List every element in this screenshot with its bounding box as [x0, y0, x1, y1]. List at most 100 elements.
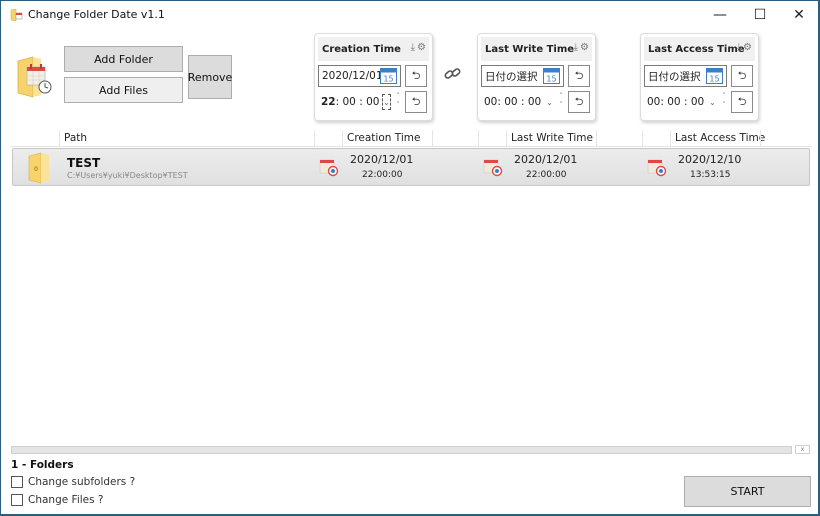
- write-date: 2020/12/01: [514, 153, 578, 166]
- title-bar: Change Folder Date v1.1 — ☐ ✕: [1, 1, 818, 29]
- download-icon[interactable]: ⤓: [574, 42, 578, 53]
- reset-time-button[interactable]: ⮌: [405, 91, 427, 113]
- creation-time-panel: Creation Time ⤓ ⚙ 2020/12/01 15 ⮌ 22 : 0…: [314, 33, 433, 121]
- folder-count-label: 1 - Folders: [11, 459, 74, 471]
- checkbox-box[interactable]: [11, 476, 23, 488]
- col-spacer: [596, 130, 642, 147]
- write-date-picker[interactable]: 日付の選択 15: [481, 65, 564, 87]
- calendar-icon[interactable]: 15: [380, 68, 397, 84]
- panel-title: Creation Time: [322, 43, 401, 55]
- creation-time: 22:00:00: [362, 170, 403, 180]
- gear-icon[interactable]: ⚙: [580, 42, 589, 53]
- chevron-down-icon[interactable]: ⌄: [545, 94, 554, 110]
- gear-icon[interactable]: ⚙: [743, 42, 752, 53]
- calendar-clock-icon[interactable]: [647, 157, 667, 177]
- col-header-last-write-time[interactable]: Last Write Time: [506, 130, 596, 147]
- col-icon-header: [11, 130, 59, 147]
- creation-time-input[interactable]: 22 : 00 : 00 ⌄ ˄ ˅: [318, 91, 401, 113]
- creation-date-picker[interactable]: 2020/12/01 15: [318, 65, 401, 87]
- time-min-sec[interactable]: : 00 : 00: [660, 96, 704, 108]
- calendar-clock-icon[interactable]: [483, 157, 503, 177]
- reset-time-button[interactable]: ⮌: [731, 91, 753, 113]
- col-spacer: [314, 130, 342, 147]
- col-header-path[interactable]: Path: [59, 130, 314, 147]
- close-button[interactable]: ✕: [777, 1, 820, 29]
- access-date-picker[interactable]: 日付の選択 15: [644, 65, 727, 87]
- change-files-checkbox[interactable]: Change Files ?: [11, 494, 104, 506]
- app-window: Change Folder Date v1.1 — ☐ ✕ Add Folder…: [0, 0, 820, 516]
- calendar-icon[interactable]: 15: [543, 68, 560, 84]
- checkbox-label[interactable]: Change subfolders ?: [28, 476, 135, 488]
- checkbox-box[interactable]: [11, 494, 23, 506]
- panel-header: Last Write Time ⤓ ⚙: [481, 37, 592, 61]
- time-hours[interactable]: 22: [321, 96, 336, 108]
- chevron-down-icon[interactable]: ⌄: [708, 94, 717, 110]
- remove-button[interactable]: Remove: [188, 55, 232, 99]
- last-write-time-panel: Last Write Time ⤓ ⚙ 日付の選択 15 ⮌ 00 : 00 :…: [477, 33, 596, 121]
- date-value: 2020/12/01: [322, 70, 383, 82]
- reset-time-button[interactable]: ⮌: [568, 91, 590, 113]
- time-hours[interactable]: 00: [647, 96, 660, 108]
- checkbox-label[interactable]: Change Files ?: [28, 494, 104, 506]
- add-folder-button[interactable]: Add Folder: [64, 46, 183, 72]
- time-hours[interactable]: 00: [484, 96, 497, 108]
- access-date: 2020/12/10: [678, 153, 742, 166]
- close-icon: x: [800, 446, 805, 453]
- write-time: 22:00:00: [526, 170, 567, 180]
- add-files-button[interactable]: Add Files: [64, 77, 183, 103]
- time-min-sec[interactable]: : 00 : 00: [497, 96, 541, 108]
- time-spinner[interactable]: ˄ ˅: [557, 92, 565, 112]
- maximize-button[interactable]: ☐: [738, 1, 782, 29]
- calendar-icon[interactable]: 15: [706, 68, 723, 84]
- col-spacer: [478, 130, 506, 147]
- add-folder-label: Add Folder: [94, 52, 153, 66]
- undo-icon: ⮌: [411, 94, 421, 108]
- start-label: START: [730, 485, 765, 498]
- minimize-button[interactable]: —: [698, 1, 742, 29]
- row-name: TEST: [67, 156, 101, 170]
- date-value: 日付の選択: [485, 70, 538, 83]
- reset-date-button[interactable]: ⮌: [568, 65, 590, 87]
- access-time-input[interactable]: 00 : 00 : 00 ⌄ ˄ ˅: [644, 91, 727, 113]
- calendar-day: 15: [383, 75, 393, 84]
- change-subfolders-checkbox[interactable]: Change subfolders ?: [11, 476, 135, 488]
- col-header-last-access-time[interactable]: Last Access Time: [670, 130, 765, 147]
- download-icon[interactable]: ⤓: [737, 42, 741, 53]
- gear-icon[interactable]: ⚙: [417, 42, 426, 53]
- scroll-close-button[interactable]: x: [795, 445, 810, 454]
- time-spinner[interactable]: ˄ ˅: [720, 92, 728, 112]
- remove-label: Remove: [187, 70, 233, 84]
- add-files-label: Add Files: [99, 83, 148, 97]
- table-row[interactable]: 0 TEST C:¥Users¥yuki¥Desktop¥TEST 2020/1…: [12, 148, 810, 186]
- undo-icon: ⮌: [574, 94, 584, 108]
- access-time: 13:53:15: [690, 170, 731, 180]
- write-time-input[interactable]: 00 : 00 : 00 ⌄ ˄ ˅: [481, 91, 564, 113]
- panel-title: Last Write Time: [485, 43, 575, 55]
- reset-date-button[interactable]: ⮌: [405, 65, 427, 87]
- col-spacer: [432, 130, 478, 147]
- start-button[interactable]: START: [684, 476, 811, 507]
- col-spacer: [642, 130, 670, 147]
- link-icon[interactable]: [443, 65, 463, 83]
- calendar-clock-icon[interactable]: [319, 157, 339, 177]
- minimize-icon: —: [713, 7, 727, 23]
- app-title-icon: [10, 8, 23, 22]
- col-header-creation-time[interactable]: Creation Time: [342, 130, 432, 147]
- chevron-down-icon[interactable]: ⌄: [382, 94, 391, 110]
- horizontal-scrollbar[interactable]: [11, 446, 792, 454]
- undo-icon: ⮌: [411, 68, 421, 82]
- panel-header: Creation Time ⤓ ⚙: [318, 37, 429, 61]
- time-spinner[interactable]: ˄ ˅: [394, 92, 402, 112]
- calendar-day: 15: [546, 75, 556, 84]
- folder-calendar-icon: [17, 56, 52, 98]
- close-icon: ✕: [793, 7, 805, 23]
- date-value: 日付の選択: [648, 70, 701, 83]
- panel-header: Last Access Time ⤓ ⚙: [644, 37, 755, 61]
- undo-icon: ⮌: [737, 68, 747, 82]
- folder-icon: 0: [28, 152, 49, 184]
- reset-date-button[interactable]: ⮌: [731, 65, 753, 87]
- download-icon[interactable]: ⤓: [411, 42, 415, 53]
- time-min-sec[interactable]: : 00 : 00: [336, 96, 380, 108]
- undo-icon: ⮌: [737, 94, 747, 108]
- undo-icon: ⮌: [574, 68, 584, 82]
